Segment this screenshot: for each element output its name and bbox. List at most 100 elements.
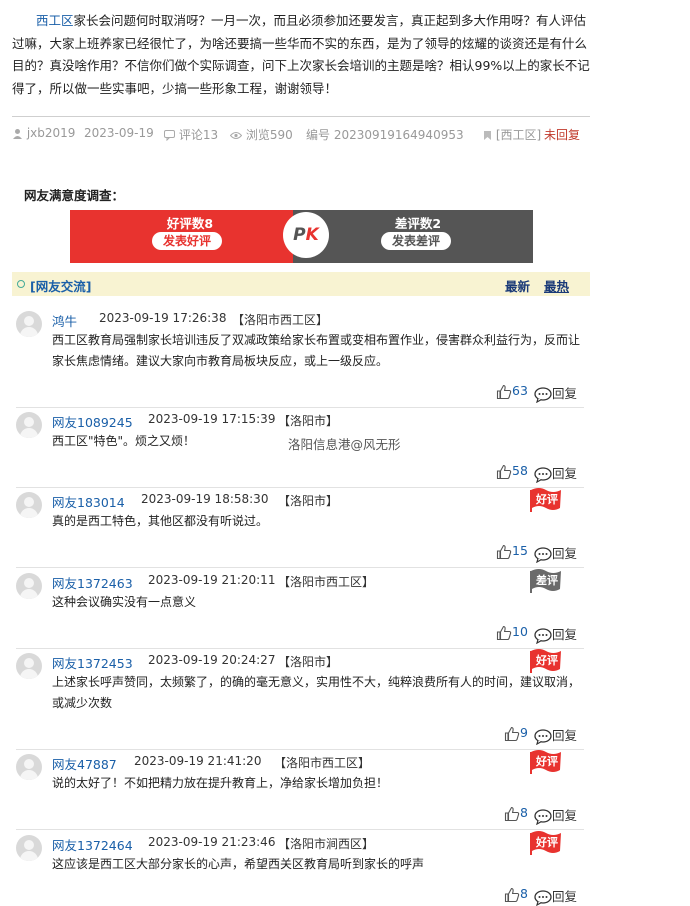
comment-time: 2023-09-19 20:24:27 [148,653,276,667]
comment-time: 2023-09-19 17:26:38 [99,311,227,325]
avatar[interactable] [16,653,42,679]
speech-bubble-icon [534,546,552,563]
flag-label: 好评 [536,654,558,667]
like-button[interactable]: 8 [504,886,528,903]
flag-label: 差评 [536,574,558,587]
like-button[interactable]: 15 [496,543,528,560]
comment-divider [16,749,584,750]
comment-username[interactable]: 鸿牛 [52,311,77,330]
reply-button[interactable]: 回复 [534,543,577,563]
comment-username[interactable]: 网友1089245 [52,412,133,431]
comment-text: 这应该是西工区大部分家长的心声，希望西关区教育局听到家长的呼声 [52,857,425,871]
pk-logo-p: P [293,225,306,245]
reply-label: 回复 [552,466,578,481]
sort-hottest-link[interactable]: 最热 [544,276,569,295]
post-district-link[interactable]: 西工区 [36,13,74,28]
comment-location: 【洛阳市】 [278,414,339,428]
comment-time: 2023-09-19 21:23:46 [148,835,276,849]
comment-location: 【洛阳市涧西区】 [278,837,375,851]
comment-username[interactable]: 网友47887 [52,754,117,773]
comment-location: 【洛阳市】 [278,494,339,508]
comment-text: 上述家长呼声赞同，太频繁了，的确的毫无意义，实用性不大，纯粹浪费所有人的时间，建… [52,675,581,710]
like-button[interactable]: 8 [504,805,528,822]
comment-time: 2023-09-19 18:58:30 [141,492,269,506]
eye-icon [230,132,242,139]
thumbs-up-icon [496,384,512,399]
reply-button[interactable]: 回复 [534,383,577,403]
reply-label: 回复 [552,808,578,823]
speech-bubble-icon [534,386,552,403]
post-id: 编号 20230919164940953 [306,128,464,142]
divider [12,116,590,117]
good-review-flag-icon: 好评 [529,647,563,673]
sort-latest-link[interactable]: 最新 [505,276,530,295]
reply-button[interactable]: 回复 [534,725,577,745]
like-button[interactable]: 58 [496,463,528,480]
comment-text: 西工区教育局强制家长培训违反了双减政策给家长布置或变相布置作业，侵害群众利益行为… [52,333,581,368]
comment-text: 说的太好了！不如把精力放在提升教育上，净给家长增加负担！ [52,776,389,790]
comment-text: 西工区"特色"。烦之又烦！ [52,434,196,448]
post-tag-text[interactable]: [西工区] [496,128,541,142]
post-content: 西工区家长会问题何时取消呀？一月一次，而且必须参加还要发言，真正起到多大作用呀？… [12,10,592,100]
comment-icon [164,130,175,141]
comment-time: 2023-09-19 21:20:11 [148,573,276,587]
like-count: 15 [512,543,528,558]
comment-divider [16,648,584,649]
comment-username[interactable]: 网友183014 [52,492,125,511]
bad-review-panel: 差评数2 发表差评 [293,210,533,263]
reply-label: 回复 [552,627,578,642]
thumbs-up-icon [496,625,512,640]
post-text: 家长会问题何时取消呀？一月一次，而且必须参加还要发言，真正起到多大作用呀？有人评… [12,13,590,96]
flag-label: 好评 [536,755,558,768]
avatar[interactable] [16,835,42,861]
comment-count-text: 评论13 [178,128,219,142]
reply-label: 回复 [552,546,578,561]
bad-review-flag-icon: 差评 [529,567,563,593]
like-count: 10 [512,624,528,639]
user-icon [13,129,22,139]
comment-location: 【洛阳市】 [278,655,339,669]
author-name[interactable]: jxb2019 [27,126,76,140]
like-button[interactable]: 63 [496,383,528,400]
reply-label: 回复 [552,889,578,904]
avatar[interactable] [16,573,42,599]
thumbs-up-icon [504,726,520,741]
bad-review-count: 差评数2 [394,216,442,231]
reply-button[interactable]: 回复 [534,886,577,906]
reply-button[interactable]: 回复 [534,624,577,644]
reply-label: 回复 [552,386,578,401]
post-bad-review-button[interactable]: 发表差评 [381,232,451,250]
comment-location: 【洛阳市西工区】 [278,575,375,589]
pk-logo-k: K [305,225,319,245]
comment-text: 真的是西工特色，其他区都没有听说过。 [52,514,269,528]
like-button[interactable]: 9 [504,725,528,742]
speech-bubble-icon [534,466,552,483]
good-review-count: 好评数8 [166,216,214,231]
bullet-icon [17,280,25,288]
comment-time: 2023-09-19 17:15:39 [148,412,276,426]
reply-button[interactable]: 回复 [534,463,577,483]
thumbs-up-icon [496,464,512,479]
flag-label: 好评 [536,493,558,506]
speech-bubble-icon [534,728,552,745]
flag-label: 好评 [536,836,558,849]
comment-divider [16,407,584,408]
post-good-review-button[interactable]: 发表好评 [152,232,222,250]
comment-username[interactable]: 网友1372453 [52,653,133,672]
comment-username[interactable]: 网友1372463 [52,573,133,592]
survey-title: 网友满意度调查： [24,188,125,203]
comment-divider [16,567,584,568]
comment-username[interactable]: 网友1372464 [52,835,133,854]
avatar[interactable] [16,412,42,438]
avatar[interactable] [16,492,42,518]
like-count: 8 [520,805,528,820]
avatar[interactable] [16,754,42,780]
author-info: jxb2019 [12,126,75,140]
comment-time: 2023-09-19 21:41:20 [134,754,262,768]
reply-button[interactable]: 回复 [534,805,577,825]
like-count: 58 [512,463,528,478]
avatar[interactable] [16,311,42,337]
like-button[interactable]: 10 [496,624,528,641]
speech-bubble-icon [534,889,552,906]
comment-divider [16,487,584,488]
